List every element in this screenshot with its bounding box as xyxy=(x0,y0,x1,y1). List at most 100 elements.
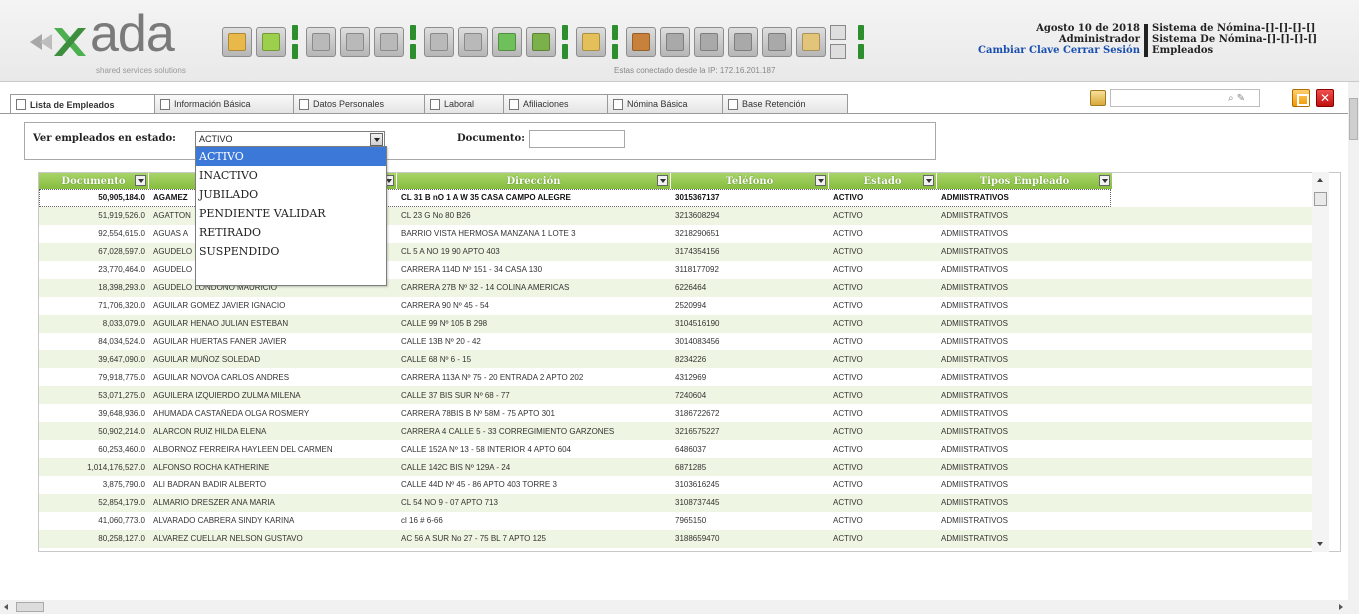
change-password-link[interactable]: Cambiar Clave xyxy=(978,45,1059,56)
table-cell: 67,028,597.0 xyxy=(98,247,145,257)
table-cell: 3103616245 xyxy=(675,480,720,490)
column-header-label: Tipos Empleado xyxy=(979,175,1070,187)
column-header-tipos-empleado[interactable]: Tipos Empleado xyxy=(937,173,1113,189)
tab-icon xyxy=(299,98,309,110)
tab-afiliaciones[interactable]: Afiliaciones xyxy=(503,94,608,113)
calculator-icon[interactable] xyxy=(830,25,846,40)
page-vertical-thumb[interactable] xyxy=(1349,98,1358,140)
filter-icon[interactable] xyxy=(1099,175,1110,186)
toolbar-button-calendar[interactable] xyxy=(796,27,826,57)
toolbar-button-save[interactable] xyxy=(306,27,336,57)
main-toolbar xyxy=(222,22,872,62)
tab-laboral[interactable]: Laboral xyxy=(424,94,504,113)
estado-option[interactable]: RETIRADO xyxy=(196,223,386,242)
page-horizontal-scrollbar[interactable] xyxy=(0,600,1359,614)
column-header-label: Dirección xyxy=(506,175,561,187)
table-row[interactable]: 52,854,179.0 ALMARIO DRESZER ANA MARIA CL … xyxy=(39,493,1315,512)
estado-option[interactable]: SUSPENDIDO xyxy=(196,242,386,261)
scroll-up-icon[interactable] xyxy=(1317,178,1323,182)
table-cell: 3216575227 xyxy=(675,426,720,436)
filter-icon[interactable] xyxy=(135,175,146,186)
column-header-telefono[interactable]: Teléfono xyxy=(671,173,829,189)
page-horizontal-thumb[interactable] xyxy=(16,602,44,612)
column-header-documento[interactable]: Documento xyxy=(39,173,149,189)
table-cell: CARRERA 90 Nº 45 - 54 xyxy=(401,301,489,311)
estado-option[interactable]: ACTIVO xyxy=(196,147,386,166)
filter-icon[interactable] xyxy=(815,175,826,186)
toolbar-button-report-brown[interactable] xyxy=(626,27,656,57)
chevron-down-icon[interactable] xyxy=(370,133,383,146)
table-cell: 84,034,524.0 xyxy=(98,336,145,346)
tab-nomina-basica[interactable]: Nómina Básica xyxy=(607,94,723,113)
toolbar-button-import[interactable] xyxy=(526,27,556,57)
table-row[interactable]: 50,902,214.0 ALARCON RUIZ HILDA ELENA CARR… xyxy=(39,422,1315,441)
toolbar-button-export-excel[interactable] xyxy=(492,27,522,57)
tab-datos-personales[interactable]: Datos Personales xyxy=(293,94,425,113)
table-cell: ACTIVO xyxy=(833,301,863,311)
table-row[interactable]: 8,033,079.0 AGUILAR HENAO JULIAN ESTEBAN C… xyxy=(39,314,1315,333)
estado-option[interactable]: INACTIVO xyxy=(196,166,386,185)
close-button[interactable]: ✕ xyxy=(1316,89,1334,107)
grid-scrollbar[interactable] xyxy=(1312,172,1329,552)
table-row[interactable]: 39,648,936.0 AHUMADA CASTAÑEDA OLGA ROSME… xyxy=(39,404,1315,422)
table-cell: ACTIVO xyxy=(833,354,863,364)
table-row[interactable]: 3,875,790.0 ALI BADRAN BADIR ALBERTO CALLE… xyxy=(39,476,1315,494)
scroll-down-icon[interactable] xyxy=(1317,542,1323,546)
toolbar-button-settings[interactable] xyxy=(762,27,792,57)
table-row[interactable]: 79,918,775.0 AGUILAR NOVOA CARLOS ANDRES C… xyxy=(39,368,1315,386)
estado-option[interactable]: PENDIENTE VALIDAR xyxy=(196,204,386,223)
filter-icon[interactable] xyxy=(657,175,668,186)
scroll-left-icon[interactable] xyxy=(4,604,8,610)
toolbar-button-print[interactable] xyxy=(424,27,454,57)
estado-option[interactable]: JUBILADO xyxy=(196,185,386,204)
tab-icon xyxy=(430,98,440,110)
table-row[interactable]: 53,071,275.0 AGUILERA IZQUIERDO ZULMA MIL… xyxy=(39,386,1315,405)
grid-scroll-thumb[interactable] xyxy=(1314,192,1327,206)
table-row[interactable]: 1,014,176,527.0 ALFONSO ROCHA KATHERINE CA… xyxy=(39,458,1315,476)
column-header-estado[interactable]: Estado xyxy=(829,173,937,189)
search-preview-icon xyxy=(464,33,482,51)
table-row[interactable]: 60,253,460.0 ALBORNOZ FERREIRA HAYLEEN DE… xyxy=(39,440,1315,458)
toolbar-button-new-document[interactable] xyxy=(256,27,286,57)
table-cell: BARRIO VISTA HERMOSA MANZANA 1 LOTE 3 xyxy=(401,229,576,239)
table-cell: 8,033,079.0 xyxy=(102,319,145,329)
search-options-icon[interactable] xyxy=(1090,90,1106,106)
page-vertical-scrollbar[interactable] xyxy=(1348,82,1359,600)
window-icon[interactable] xyxy=(830,44,846,59)
toolbar-button-delete[interactable] xyxy=(340,27,370,57)
scroll-right-icon[interactable] xyxy=(1339,604,1343,610)
toolbar-button-report-gray[interactable] xyxy=(660,27,690,57)
toolbar-separator xyxy=(858,25,866,59)
table-cell: CARRERA 78BIS B Nº 58M - 75 APTO 301 xyxy=(401,408,555,418)
toolbar-button-search-preview[interactable] xyxy=(458,27,488,57)
toolbar-button-lock[interactable] xyxy=(576,27,606,57)
tab-icon xyxy=(613,98,623,110)
documento-input[interactable] xyxy=(529,130,625,148)
toolbar-button-undo[interactable] xyxy=(374,27,404,57)
table-cell: 50,902,214.0 xyxy=(98,426,145,436)
tab-informacion-basica[interactable]: Información Básica xyxy=(154,94,294,113)
toolbar-button-grid[interactable] xyxy=(694,27,724,57)
table-row[interactable]: 41,060,773.0 ALVARADO CABRERA SINDY KARIN… xyxy=(39,512,1315,530)
toolbar-button-cart[interactable] xyxy=(728,27,758,57)
table-row[interactable]: 80,258,127.0 ALVAREZ CUELLAR NELSON GUSTA… xyxy=(39,529,1315,548)
tab-lista-de-empleados[interactable]: Lista de Empleados xyxy=(10,94,155,114)
toolbar-button-folder-open[interactable] xyxy=(222,27,252,57)
table-cell: 3188659470 xyxy=(675,534,720,544)
table-row[interactable]: 84,034,524.0 AGUILAR HUERTAS FANER JAVIER… xyxy=(39,333,1315,351)
table-cell: 18,398,293.0 xyxy=(98,283,145,293)
table-cell: 7240604 xyxy=(675,390,707,400)
table-row[interactable]: 71,706,320.0 AGUILAR GOMEZ JAVIER IGNACIO… xyxy=(39,297,1315,315)
logout-link[interactable]: Cerrar Sesión xyxy=(1063,45,1140,56)
table-cell: ACTIVO xyxy=(833,444,863,454)
table-row[interactable]: 39,647,090.0 AGUILAR MUÑOZ SOLEDAD CALLE 6… xyxy=(39,350,1315,369)
toolbar-mini-buttons[interactable] xyxy=(830,25,850,59)
column-header-direccion[interactable]: Dirección xyxy=(397,173,671,189)
tab-base-retencion[interactable]: Base Retención xyxy=(722,94,848,113)
table-cell: ADMIISTRATIVOS xyxy=(941,193,1009,203)
table-cell: ACTIVO xyxy=(833,229,863,239)
filter-icon[interactable] xyxy=(923,175,934,186)
add-button[interactable] xyxy=(1292,89,1310,107)
search-tools-icon[interactable]: ⌕ ✎ xyxy=(1228,93,1245,104)
table-cell: 79,918,775.0 xyxy=(98,372,145,382)
